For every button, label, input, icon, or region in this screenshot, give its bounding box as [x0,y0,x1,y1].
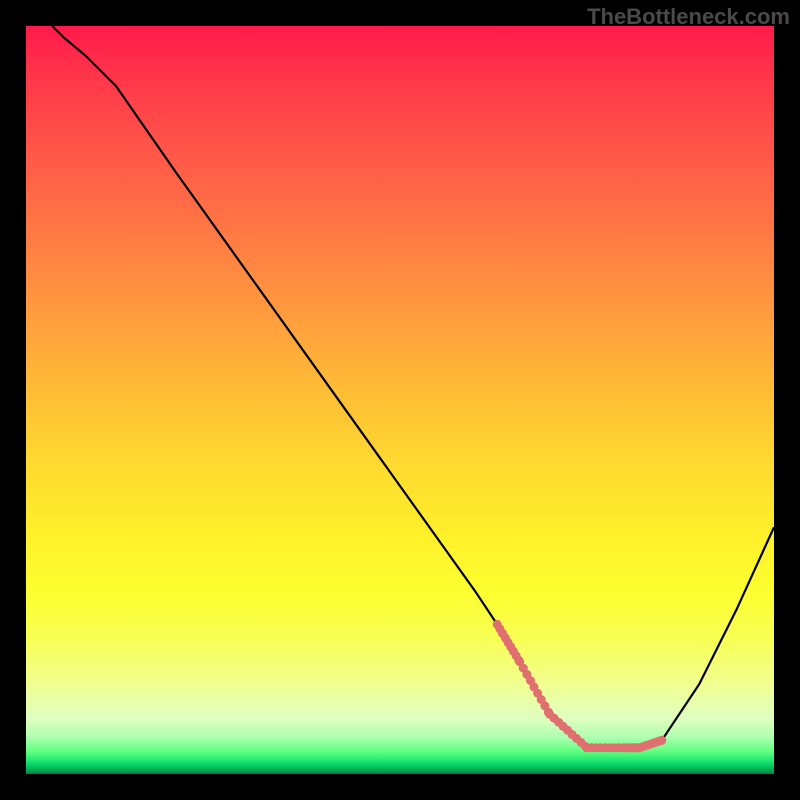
chart-lines-svg [26,26,774,774]
chart-curve-highlight [493,620,667,752]
chart-plot-area [26,26,774,774]
chart-curve-main [52,26,774,748]
watermark-text: TheBottleneck.com [587,4,790,30]
